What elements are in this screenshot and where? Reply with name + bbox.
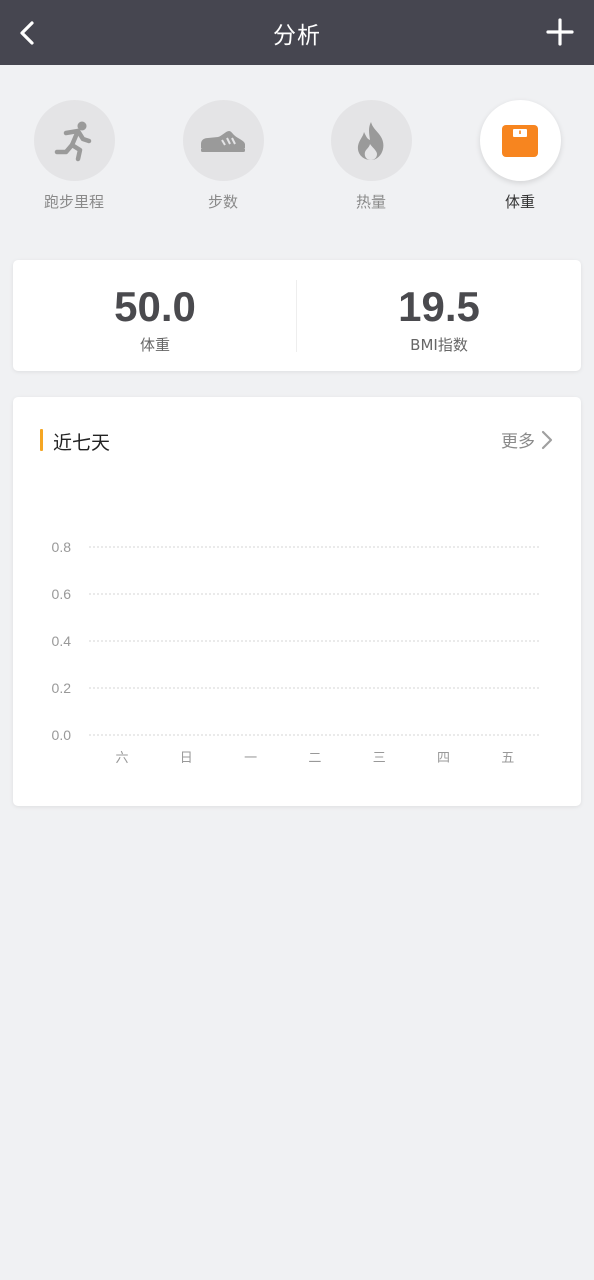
y-tick-label: 0.4 xyxy=(52,633,72,649)
bmi-value: 19.5 xyxy=(398,283,480,330)
metric-tabs: 跑步里程 步数 热量 体重 xyxy=(0,100,594,215)
page-title: 分析 xyxy=(273,22,321,49)
y-tick-label: 0.0 xyxy=(52,727,72,743)
tab-label: 热量 xyxy=(355,193,386,211)
plus-icon xyxy=(546,18,574,46)
x-tick-label: 四 xyxy=(437,751,450,766)
bmi-label: BMI指数 xyxy=(410,336,468,354)
scale-icon xyxy=(502,124,538,157)
x-tick-label: 一 xyxy=(244,751,257,766)
weekly-line-chart: 0.0 0.2 0.4 0.6 0.8 六 日 一 二 三 四 五 xyxy=(52,539,539,766)
top-nav-bar: 分析 xyxy=(0,0,594,65)
tab-running-distance[interactable]: 跑步里程 xyxy=(14,100,134,215)
tab-label: 体重 xyxy=(504,193,535,211)
tab-icon-circle xyxy=(33,100,115,181)
weight-label: 体重 xyxy=(139,336,170,354)
stats-card: 50.0 体重 19.5 BMI指数 xyxy=(13,260,581,371)
tab-label: 跑步里程 xyxy=(43,193,104,211)
tab-icon-circle xyxy=(330,100,412,181)
bmi-stat: 19.5 BMI指数 xyxy=(297,260,581,371)
x-tick-label: 三 xyxy=(373,751,386,766)
tab-weight[interactable]: 体重 xyxy=(460,100,580,215)
x-tick-label: 二 xyxy=(308,751,321,766)
weekly-chart-card: 近七天 更多 0.0 0.2 0.4 0.6 0.8 六日一二三四五 xyxy=(13,397,581,806)
add-button[interactable] xyxy=(540,12,580,52)
y-tick-label: 0.2 xyxy=(52,680,72,696)
running-icon xyxy=(54,121,92,161)
x-tick-label: 日 xyxy=(180,751,193,766)
weight-stat: 50.0 体重 xyxy=(13,260,297,371)
y-tick-label: 0.6 xyxy=(52,586,72,602)
y-tick-label: 0.8 xyxy=(52,539,72,555)
x-tick-label: 五 xyxy=(501,751,514,766)
tab-icon-circle xyxy=(182,100,264,181)
tab-label: 步数 xyxy=(207,193,238,211)
back-button[interactable] xyxy=(8,13,48,53)
x-tick-label: 六 xyxy=(115,751,128,766)
flame-icon xyxy=(357,121,384,160)
tab-steps[interactable]: 步数 xyxy=(163,100,283,215)
weight-value: 50.0 xyxy=(114,283,196,330)
stats-divider xyxy=(296,280,297,352)
chevron-left-icon xyxy=(20,21,34,45)
tab-calories[interactable]: 热量 xyxy=(311,100,431,215)
tab-icon-circle xyxy=(479,100,561,181)
sneaker-icon xyxy=(201,130,245,152)
